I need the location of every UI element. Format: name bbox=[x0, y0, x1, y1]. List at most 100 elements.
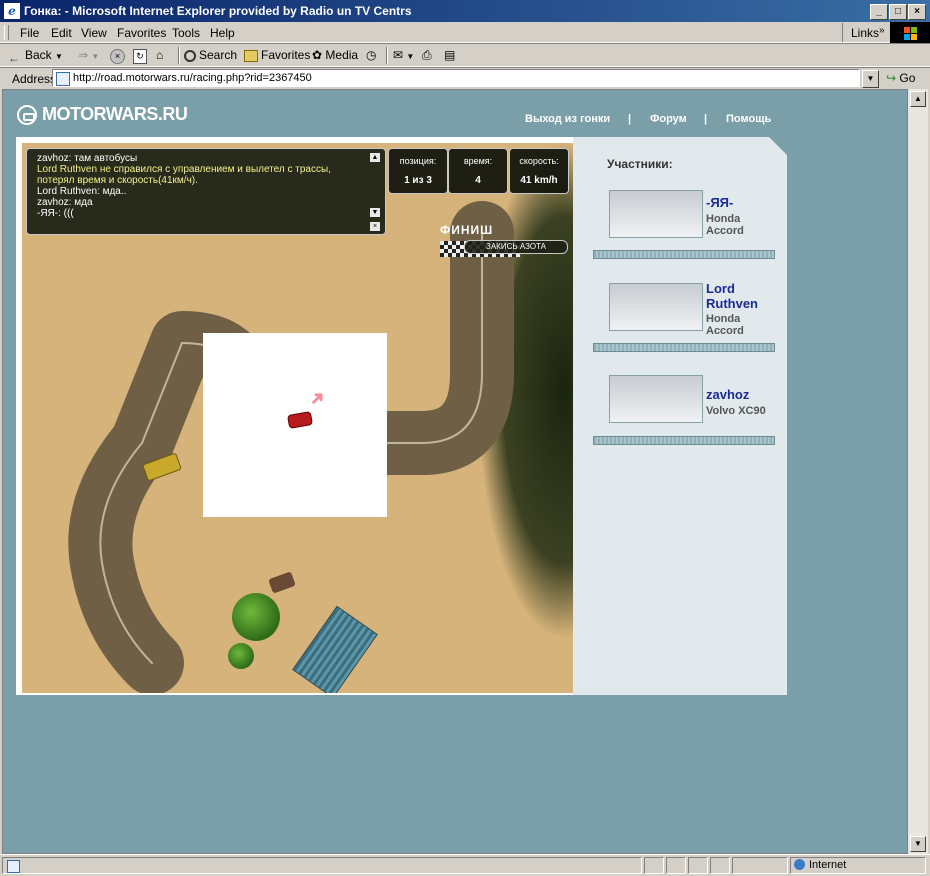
home-button[interactable]: ⌂ bbox=[156, 48, 163, 62]
nav-help[interactable]: Помощь bbox=[726, 113, 771, 125]
favorites-button[interactable]: Favorites bbox=[244, 48, 310, 62]
chat-line: потерял время и скорость(41км/ч). bbox=[37, 175, 198, 186]
chat-line: zavhoz: мда bbox=[37, 197, 93, 208]
address-dropdown-button[interactable]: ▼ bbox=[862, 70, 879, 88]
nav-exit-race[interactable]: Выход из гонки bbox=[525, 113, 610, 125]
edit-button[interactable]: ▤ bbox=[444, 48, 455, 62]
nav-forum[interactable]: Форум bbox=[650, 113, 687, 125]
search-button[interactable]: Search bbox=[184, 48, 237, 62]
minimize-button[interactable]: _ bbox=[870, 4, 888, 20]
race-track[interactable]: ➜ zavhoz: там автобусы Lord Ruthven не с… bbox=[22, 143, 573, 693]
hud-speed-value: 41 km/h bbox=[520, 175, 558, 186]
mail-button[interactable]: ✉ ▼ bbox=[393, 48, 414, 62]
dropdown-icon: ▼ bbox=[406, 52, 415, 61]
status-cell bbox=[710, 857, 730, 874]
status-cell bbox=[644, 857, 664, 874]
bush bbox=[232, 593, 280, 641]
scroll-up-button[interactable]: ▲ bbox=[910, 91, 926, 107]
chevron-right-icon: » bbox=[879, 25, 885, 36]
window-controls: _ □ × bbox=[869, 3, 926, 20]
go-arrow-icon: ↪ bbox=[886, 71, 897, 85]
participant-name[interactable]: zavhoz bbox=[706, 387, 749, 402]
windows-logo bbox=[890, 22, 930, 43]
favorites-folder-icon bbox=[244, 50, 258, 62]
participant-car-model: Accord bbox=[706, 225, 744, 237]
links-label: Links bbox=[851, 26, 880, 40]
close-button[interactable]: × bbox=[908, 4, 926, 20]
go-button[interactable]: ↪ Go bbox=[886, 71, 915, 85]
forward-button[interactable]: ⇒ ▼ bbox=[78, 48, 99, 62]
nitro-button[interactable]: ЗАКИСЬ АЗОТА bbox=[464, 240, 568, 254]
history-button[interactable]: ◷ bbox=[366, 48, 376, 62]
menu-grip bbox=[4, 25, 9, 40]
hud-position: позиция: 1 из 3 bbox=[388, 148, 448, 194]
stop-icon: × bbox=[110, 49, 125, 64]
search-icon bbox=[184, 50, 196, 62]
chat-scroll-down-icon[interactable]: ▼ bbox=[370, 208, 380, 217]
participants-panel: Участники: -ЯЯ- Honda Accord Lord Ruthve… bbox=[573, 137, 787, 695]
hud-time: время: 4 bbox=[448, 148, 508, 194]
forward-arrow-icon: ⇒ bbox=[78, 48, 89, 62]
nav-separator: | bbox=[704, 113, 708, 125]
menu-view[interactable]: View bbox=[81, 26, 107, 40]
refresh-button[interactable]: ↻ bbox=[133, 48, 147, 64]
back-label: Back bbox=[25, 48, 52, 62]
media-button[interactable]: ✿ Media bbox=[312, 48, 358, 62]
status-cell bbox=[732, 857, 788, 874]
print-button[interactable]: ⎙ bbox=[422, 48, 432, 63]
status-message bbox=[2, 857, 642, 874]
site-logo[interactable]: MOTORWARS.RU bbox=[17, 104, 188, 125]
participant-name[interactable]: -ЯЯ- bbox=[706, 195, 733, 210]
menu-tools[interactable]: Tools bbox=[172, 26, 200, 40]
back-arrow-icon: ← bbox=[8, 51, 20, 65]
menu-help[interactable]: Help bbox=[210, 26, 235, 40]
participant-progress-bar bbox=[593, 250, 775, 259]
address-input[interactable]: http://road.motorwars.ru/racing.php?rid=… bbox=[52, 69, 860, 87]
menu-file[interactable]: File bbox=[20, 26, 39, 40]
logo-icon bbox=[17, 105, 37, 125]
participant-car-model: Honda bbox=[706, 213, 741, 225]
media-icon: ✿ bbox=[312, 48, 323, 62]
address-label: Address bbox=[12, 72, 57, 86]
stop-button[interactable]: × bbox=[110, 48, 125, 64]
hud-speed-label: скорость: bbox=[519, 156, 559, 166]
chat-line: Lord Ruthven не справился с управлением … bbox=[37, 164, 331, 175]
media-label: Media bbox=[325, 48, 359, 62]
car-image bbox=[609, 283, 703, 331]
participant-car-model: Honda bbox=[706, 313, 741, 325]
window-titlebar: e Гонка: - Microsoft Internet Explorer p… bbox=[0, 0, 930, 22]
car-image bbox=[609, 190, 703, 238]
status-cell bbox=[688, 857, 708, 874]
vertical-scrollbar[interactable]: ▲ ▼ bbox=[908, 89, 928, 854]
refresh-icon: ↻ bbox=[133, 49, 147, 64]
hud-speed: скорость: 41 km/h bbox=[509, 148, 569, 194]
dropdown-icon: ▼ bbox=[55, 52, 63, 61]
chat-line: Lord Ruthven: мда.. bbox=[37, 186, 127, 197]
ie-logo-icon: e bbox=[4, 3, 20, 19]
back-button[interactable]: ← Back ▼ bbox=[8, 48, 63, 65]
chat-close-icon[interactable]: × bbox=[370, 222, 380, 231]
hud-position-label: позиция: bbox=[399, 156, 437, 166]
maximize-button[interactable]: □ bbox=[889, 4, 907, 20]
go-label: Go bbox=[899, 71, 916, 85]
links-toolbar[interactable]: Links» bbox=[842, 23, 887, 42]
participant-car-model: Volvo XC90 bbox=[706, 405, 766, 417]
menu-favorites[interactable]: Favorites bbox=[117, 26, 166, 40]
menu-edit[interactable]: Edit bbox=[51, 26, 72, 40]
toolbar-separator bbox=[386, 47, 388, 64]
hud-time-label: время: bbox=[463, 156, 493, 166]
dropdown-icon: ▼ bbox=[91, 52, 100, 61]
corner-fold bbox=[769, 137, 787, 155]
chat-line: -ЯЯ-: ((( bbox=[37, 208, 74, 219]
page-status-icon bbox=[7, 860, 20, 873]
scroll-down-button[interactable]: ▼ bbox=[910, 836, 926, 852]
car-image bbox=[609, 375, 703, 423]
participant-car-model: Accord bbox=[706, 325, 744, 337]
participant-progress-bar bbox=[593, 436, 775, 445]
finish-label: ФИНИШ bbox=[440, 223, 494, 237]
page-viewport: MOTORWARS.RU Выход из гонки | Форум | По… bbox=[2, 89, 908, 854]
participant-name[interactable]: Lord bbox=[706, 281, 735, 296]
chat-scroll-up-icon[interactable]: ▲ bbox=[370, 153, 380, 162]
mail-icon: ✉ bbox=[393, 48, 404, 62]
participant-name[interactable]: Ruthven bbox=[706, 296, 758, 311]
